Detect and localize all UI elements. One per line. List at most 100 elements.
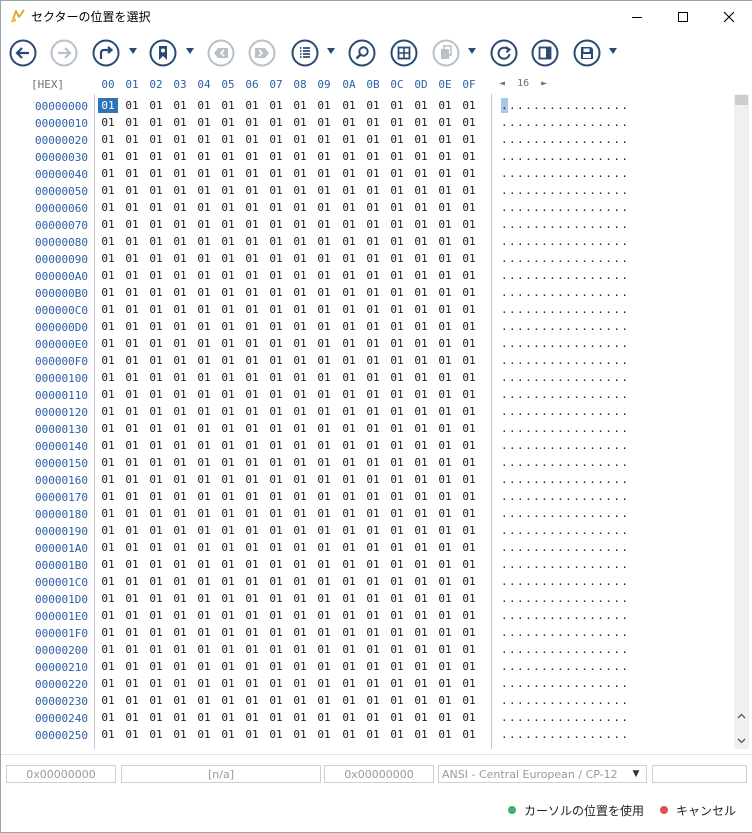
hex-byte[interactable]: 01 (122, 285, 142, 300)
hex-byte[interactable]: 01 (218, 608, 238, 623)
hex-byte[interactable]: 01 (459, 268, 479, 283)
hex-byte[interactable]: 01 (194, 217, 214, 232)
hex-byte[interactable]: 01 (314, 574, 334, 589)
hex-byte[interactable]: 01 (170, 574, 190, 589)
hex-byte[interactable]: 01 (314, 353, 334, 368)
hex-byte[interactable]: 01 (266, 557, 286, 572)
hex-byte[interactable]: 01 (98, 268, 118, 283)
bookmark-button[interactable] (149, 39, 177, 67)
hex-byte[interactable]: 01 (266, 285, 286, 300)
hex-byte[interactable]: 01 (387, 353, 407, 368)
hex-byte[interactable]: 01 (459, 285, 479, 300)
ascii-row[interactable]: ................ (501, 387, 651, 404)
copy-dropdown-arrow[interactable] (468, 48, 476, 54)
hex-byte[interactable]: 01 (242, 217, 262, 232)
redo-button[interactable] (92, 39, 120, 67)
hex-byte[interactable]: 01 (363, 217, 383, 232)
hex-byte[interactable]: 01 (242, 183, 262, 198)
hex-byte[interactable]: 01 (290, 251, 310, 266)
search-button[interactable] (348, 39, 376, 67)
hex-byte[interactable]: 01 (218, 387, 238, 402)
hex-byte[interactable]: 01 (194, 455, 214, 470)
hex-byte[interactable]: 01 (170, 489, 190, 504)
hex-byte[interactable]: 01 (194, 251, 214, 266)
hex-byte[interactable]: 01 (290, 710, 310, 725)
hex-byte[interactable]: 01 (314, 506, 334, 521)
hex-byte[interactable]: 01 (170, 353, 190, 368)
ascii-row[interactable]: ................ (501, 132, 651, 149)
hex-byte[interactable]: 01 (387, 285, 407, 300)
hex-byte[interactable]: 01 (459, 642, 479, 657)
hex-byte[interactable]: 01 (266, 268, 286, 283)
ascii-row[interactable]: ................ (501, 693, 651, 710)
hex-byte[interactable]: 01 (314, 166, 334, 181)
hex-byte[interactable]: 01 (146, 268, 166, 283)
hex-byte[interactable]: 01 (411, 268, 431, 283)
hex-byte[interactable]: 01 (459, 455, 479, 470)
hex-byte[interactable]: 01 (387, 523, 407, 538)
hex-byte[interactable]: 01 (387, 149, 407, 164)
hex-byte[interactable]: 01 (339, 676, 359, 691)
hex-byte[interactable]: 01 (387, 370, 407, 385)
hex-byte[interactable]: 01 (411, 710, 431, 725)
hex-byte[interactable]: 01 (387, 336, 407, 351)
hex-byte[interactable]: 01 (170, 285, 190, 300)
hex-byte[interactable]: 01 (122, 370, 142, 385)
hex-byte[interactable]: 01 (314, 183, 334, 198)
hex-byte[interactable]: 01 (194, 302, 214, 317)
hex-byte[interactable]: 01 (387, 438, 407, 453)
hex-byte[interactable]: 01 (146, 353, 166, 368)
hex-byte[interactable]: 01 (411, 370, 431, 385)
hex-byte[interactable]: 01 (387, 472, 407, 487)
hex-byte[interactable]: 01 (218, 421, 238, 436)
hex-byte[interactable]: 01 (435, 676, 455, 691)
hex-byte[interactable]: 01 (266, 404, 286, 419)
hex-byte[interactable]: 01 (363, 472, 383, 487)
hex-byte[interactable]: 01 (459, 438, 479, 453)
hex-byte[interactable]: 01 (363, 183, 383, 198)
ascii-row[interactable]: ................ (501, 455, 651, 472)
hex-byte[interactable]: 01 (146, 319, 166, 334)
hex-byte[interactable]: 01 (459, 200, 479, 215)
ascii-row[interactable]: ................ (501, 540, 651, 557)
hex-byte[interactable]: 01 (194, 506, 214, 521)
hex-byte[interactable]: 01 (290, 166, 310, 181)
hex-byte[interactable]: 01 (290, 149, 310, 164)
hex-byte[interactable]: 01 (266, 642, 286, 657)
hex-byte[interactable]: 01 (242, 319, 262, 334)
hex-byte[interactable]: 01 (170, 268, 190, 283)
ascii-row[interactable]: ................ (501, 115, 651, 132)
hex-byte[interactable]: 01 (290, 608, 310, 623)
hex-byte[interactable]: 01 (218, 149, 238, 164)
hex-byte[interactable]: 01 (194, 659, 214, 674)
hex-byte[interactable]: 01 (242, 523, 262, 538)
hex-byte[interactable]: 01 (194, 523, 214, 538)
ascii-row[interactable]: ................ (501, 642, 651, 659)
pager-left-arrow[interactable]: ◄ (499, 78, 505, 89)
hex-byte[interactable]: 01 (387, 302, 407, 317)
hex-byte[interactable]: 01 (459, 404, 479, 419)
hex-byte[interactable]: 01 (170, 455, 190, 470)
hex-byte[interactable]: 01 (98, 591, 118, 606)
ascii-row[interactable]: ................ (501, 336, 651, 353)
hex-byte[interactable]: 01 (387, 217, 407, 232)
hex-byte[interactable]: 01 (363, 591, 383, 606)
maximize-button[interactable] (660, 1, 706, 32)
hex-byte[interactable]: 01 (411, 353, 431, 368)
hex-byte[interactable]: 01 (122, 676, 142, 691)
hex-byte[interactable]: 01 (218, 625, 238, 640)
hex-byte[interactable]: 01 (290, 387, 310, 402)
hex-byte[interactable]: 01 (266, 217, 286, 232)
hex-byte[interactable]: 01 (98, 455, 118, 470)
hex-byte[interactable]: 01 (266, 608, 286, 623)
ascii-row[interactable]: ................ (501, 166, 651, 183)
hex-byte[interactable]: 01 (459, 421, 479, 436)
hex-byte[interactable]: 01 (218, 472, 238, 487)
hex-byte[interactable]: 01 (170, 727, 190, 742)
hex-byte[interactable]: 01 (290, 132, 310, 147)
hex-byte[interactable]: 01 (170, 421, 190, 436)
hex-byte[interactable]: 01 (435, 693, 455, 708)
hex-byte[interactable]: 01 (122, 234, 142, 249)
panel-button[interactable] (531, 39, 559, 67)
hex-byte[interactable]: 01 (459, 98, 479, 113)
